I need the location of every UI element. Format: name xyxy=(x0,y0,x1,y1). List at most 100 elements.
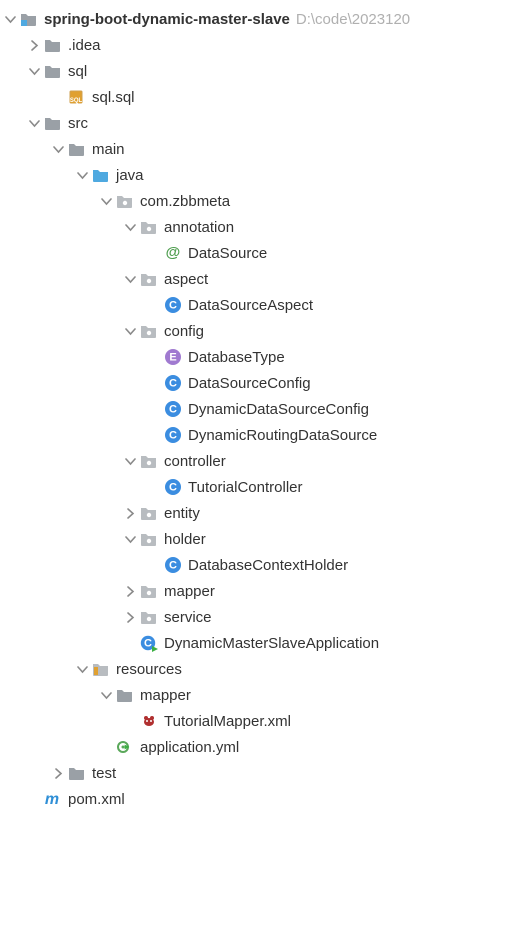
tree-item-dyndsconfig-label: DynamicDataSourceConfig xyxy=(188,401,369,418)
chevron-down-icon[interactable] xyxy=(72,165,92,185)
chevron-right-icon[interactable] xyxy=(48,763,68,783)
tree-item-mapper-pkg-label: mapper xyxy=(164,583,215,600)
tree-item-java[interactable]: java xyxy=(0,162,526,188)
package-icon xyxy=(140,608,158,626)
tree-item-src[interactable]: src xyxy=(0,110,526,136)
svg-text:C: C xyxy=(144,638,152,650)
chevron-down-icon[interactable] xyxy=(120,269,140,289)
chevron-down-icon[interactable] xyxy=(120,529,140,549)
tree-item-service-label: service xyxy=(164,609,212,626)
package-icon xyxy=(140,504,158,522)
tree-item-pom[interactable]: mpom.xml xyxy=(0,786,526,812)
class-icon: C xyxy=(164,426,182,444)
tree-item-applicationyml[interactable]: application.yml xyxy=(0,734,526,760)
project-name-label: spring-boot-dynamic-master-slave xyxy=(44,11,290,28)
tree-item-dynrouting-label: DynamicRoutingDataSource xyxy=(188,427,377,444)
tree-item-holder-label: holder xyxy=(164,531,206,548)
package-icon xyxy=(140,322,158,340)
tree-item-tutorialctrl-label: TutorialController xyxy=(188,479,303,496)
svg-text:@: @ xyxy=(166,244,181,261)
tree-item-aspect-label: aspect xyxy=(164,271,208,288)
class-icon: C xyxy=(164,400,182,418)
package-icon xyxy=(140,218,158,236)
tree-item-dbcontextholder-label: DatabaseContextHolder xyxy=(188,557,348,574)
svg-text:C: C xyxy=(169,300,177,312)
tree-item-idea-label: .idea xyxy=(68,37,101,54)
chevron-down-icon[interactable] xyxy=(120,321,140,341)
tree-item-datasourceaspect-label: DataSourceAspect xyxy=(188,297,313,314)
tree-item-resources-label: resources xyxy=(116,661,182,678)
tree-item-mapper-res[interactable]: mapper xyxy=(0,682,526,708)
tree-item-datasourceaspect[interactable]: C DataSourceAspect xyxy=(0,292,526,318)
class-icon: C xyxy=(164,374,182,392)
folder-icon xyxy=(44,36,62,54)
svg-text:SQL: SQL xyxy=(70,98,83,104)
chevron-right-icon[interactable] xyxy=(120,607,140,627)
tree-item-entity[interactable]: entity xyxy=(0,500,526,526)
chevron-down-icon[interactable] xyxy=(120,451,140,471)
tree-item-dyndsconfig[interactable]: C DynamicDataSourceConfig xyxy=(0,396,526,422)
tree-item-datasourceconfig[interactable]: CDataSourceConfig xyxy=(0,370,526,396)
tree-item-databasetype[interactable]: EDatabaseType xyxy=(0,344,526,370)
tree-item-test[interactable]: test xyxy=(0,760,526,786)
chevron-down-icon[interactable] xyxy=(48,139,68,159)
tree-item-pkg[interactable]: com.zbbmeta xyxy=(0,188,526,214)
folder-icon xyxy=(116,686,134,704)
tree-item-holder[interactable]: holder xyxy=(0,526,526,552)
tree-item-sql[interactable]: sql xyxy=(0,58,526,84)
chevron-down-icon[interactable] xyxy=(24,113,44,133)
tree-item-aspect[interactable]: aspect xyxy=(0,266,526,292)
package-icon xyxy=(140,530,158,548)
tree-item-controller[interactable]: controller xyxy=(0,448,526,474)
tree-item-mainapp-label: DynamicMasterSlaveApplication xyxy=(164,635,379,652)
mybatis-xml-icon xyxy=(140,712,158,730)
tree-item-mainapp[interactable]: C DynamicMasterSlaveApplication xyxy=(0,630,526,656)
tree-item-entity-label: entity xyxy=(164,505,200,522)
chevron-right-icon[interactable] xyxy=(24,35,44,55)
tree-item-service[interactable]: service xyxy=(0,604,526,630)
tree-item-resources[interactable]: resources xyxy=(0,656,526,682)
tree-item-datasource[interactable]: @ DataSource xyxy=(0,240,526,266)
svg-text:C: C xyxy=(169,560,177,572)
tree-item-main-label: main xyxy=(92,141,125,158)
tree-item-dynrouting[interactable]: C DynamicRoutingDataSource xyxy=(0,422,526,448)
svg-text:C: C xyxy=(169,404,177,416)
project-folder-icon xyxy=(20,10,38,28)
resources-folder-icon xyxy=(92,660,110,678)
chevron-down-icon[interactable] xyxy=(72,659,92,679)
svg-text:C: C xyxy=(169,430,177,442)
chevron-right-icon[interactable] xyxy=(120,503,140,523)
chevron-down-icon[interactable] xyxy=(96,685,116,705)
svg-text:C: C xyxy=(169,378,177,390)
tree-item-datasource-label: DataSource xyxy=(188,245,267,262)
tree-item-tutorialmapperxml-label: TutorialMapper.xml xyxy=(164,713,291,730)
chevron-right-icon[interactable] xyxy=(120,581,140,601)
package-icon xyxy=(140,452,158,470)
package-icon xyxy=(116,192,134,210)
svg-text:E: E xyxy=(169,352,176,364)
tree-item-annotation-label: annotation xyxy=(164,219,234,236)
tree-item-dbcontextholder[interactable]: C DatabaseContextHolder xyxy=(0,552,526,578)
chevron-down-icon[interactable] xyxy=(0,9,20,29)
tree-item-pkg-label: com.zbbmeta xyxy=(140,193,230,210)
tree-item-config[interactable]: config xyxy=(0,318,526,344)
tree-item-mapper-res-label: mapper xyxy=(140,687,191,704)
chevron-down-icon[interactable] xyxy=(96,191,116,211)
tree-item-applicationyml-label: application.yml xyxy=(140,739,239,756)
sql-file-icon: SQL xyxy=(68,88,86,106)
tree-item-tutorialctrl[interactable]: CTutorialController xyxy=(0,474,526,500)
chevron-down-icon[interactable] xyxy=(24,61,44,81)
tree-item-project-root[interactable]: spring-boot-dynamic-master-slaveD:\code\… xyxy=(0,6,526,32)
tree-item-sql-file[interactable]: SQLsql.sql xyxy=(0,84,526,110)
package-icon xyxy=(140,270,158,288)
tree-item-controller-label: controller xyxy=(164,453,226,470)
annotation-icon: @ xyxy=(164,244,182,262)
chevron-down-icon[interactable] xyxy=(120,217,140,237)
tree-item-main[interactable]: main xyxy=(0,136,526,162)
tree-item-mapper-pkg[interactable]: mapper xyxy=(0,578,526,604)
folder-icon xyxy=(44,114,62,132)
tree-item-idea[interactable]: .idea xyxy=(0,32,526,58)
svg-text:m: m xyxy=(45,791,59,808)
tree-item-annotation[interactable]: annotation xyxy=(0,214,526,240)
tree-item-tutorialmapperxml[interactable]: TutorialMapper.xml xyxy=(0,708,526,734)
